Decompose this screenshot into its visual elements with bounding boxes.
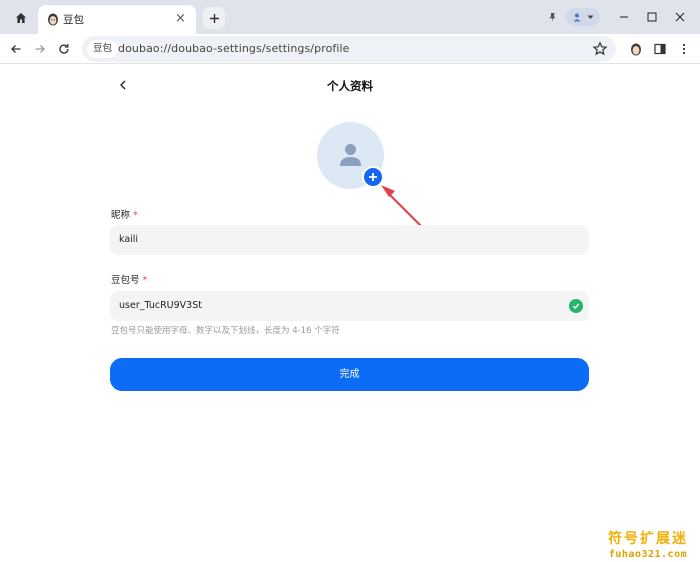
close-icon — [675, 12, 685, 22]
profile-icon — [573, 13, 581, 22]
forward-nav-button[interactable] — [31, 40, 49, 58]
site-chip[interactable]: 豆包 — [87, 40, 119, 58]
nickname-input[interactable]: kaili — [110, 225, 589, 255]
minimize-button[interactable] — [612, 8, 636, 26]
maximize-button[interactable] — [640, 8, 664, 26]
doubao-id-input[interactable]: user_TucRU9V3St — [110, 291, 589, 321]
pin-icon — [548, 12, 556, 22]
close-icon: × — [175, 11, 186, 26]
page-title: 个人资料 — [327, 79, 373, 93]
valid-check-icon — [569, 299, 583, 313]
doubao-favicon-icon — [48, 13, 58, 26]
browser-toolbar: 豆包 doubao://doubao-settings/settings/pro… — [0, 34, 700, 64]
maximize-icon — [647, 12, 657, 22]
extension-avatar-button[interactable] — [627, 40, 645, 58]
person-icon — [340, 144, 361, 166]
star-icon[interactable] — [592, 41, 608, 57]
plus-icon — [209, 13, 219, 23]
watermark: 符号扩展迷 fuhao321.com — [600, 528, 696, 560]
reload-icon — [59, 44, 69, 54]
pin-button[interactable] — [544, 9, 560, 25]
avatar-icon — [631, 43, 641, 55]
chevron-down-icon — [587, 15, 594, 19]
watermark-url: fuhao321.com — [608, 549, 688, 560]
tab-doubao[interactable]: 豆包 × — [38, 5, 196, 34]
doubao-id-hint: 豆包号只能使用字母、数字以及下划线，长度为 4-16 个字符 — [111, 326, 340, 336]
address-bar[interactable]: 豆包 doubao://doubao-settings/settings/pro… — [82, 36, 616, 62]
back-nav-button[interactable] — [7, 40, 25, 58]
doubao-id-value[interactable]: user_TucRU9V3St — [119, 300, 202, 311]
profile-switcher[interactable] — [566, 8, 600, 26]
nickname-label: 昵称 * — [111, 207, 138, 221]
arrow-right-icon — [35, 45, 45, 53]
home-button[interactable] — [10, 7, 32, 29]
minimize-icon — [620, 16, 628, 18]
doubao-id-label: 豆包号 * — [111, 272, 147, 286]
doubao-id-label-text: 豆包号 — [111, 275, 140, 286]
nickname-label-text: 昵称 — [111, 210, 131, 221]
annotation-arrow-icon — [381, 185, 423, 228]
side-panel-button[interactable] — [651, 40, 669, 58]
close-window-button[interactable] — [668, 8, 692, 26]
submit-button[interactable]: 完成 — [110, 358, 589, 391]
tab-title: 豆包 — [63, 14, 84, 26]
tab-close-button[interactable]: × — [173, 11, 188, 26]
nickname-value[interactable]: kaili — [119, 234, 138, 245]
side-panel-icon — [654, 43, 666, 55]
more-vert-icon — [682, 43, 686, 55]
required-marker: * — [142, 275, 148, 286]
url-text[interactable]: doubao://doubao-settings/settings/profil… — [118, 42, 350, 55]
tab-strip: 豆包 × — [0, 0, 700, 34]
reload-button[interactable] — [55, 40, 73, 58]
profile-page: 个人资料 昵称 * kaili 豆包号 * user_TucRU9V3St 豆包号只… — [0, 65, 700, 562]
home-icon — [16, 13, 26, 23]
required-marker: * — [133, 210, 138, 221]
new-tab-button[interactable] — [203, 7, 225, 29]
plus-icon — [369, 173, 377, 181]
watermark-text: 符号扩展迷 — [608, 531, 688, 547]
browser-menu-button[interactable] — [675, 40, 693, 58]
arrow-left-icon — [11, 45, 21, 53]
